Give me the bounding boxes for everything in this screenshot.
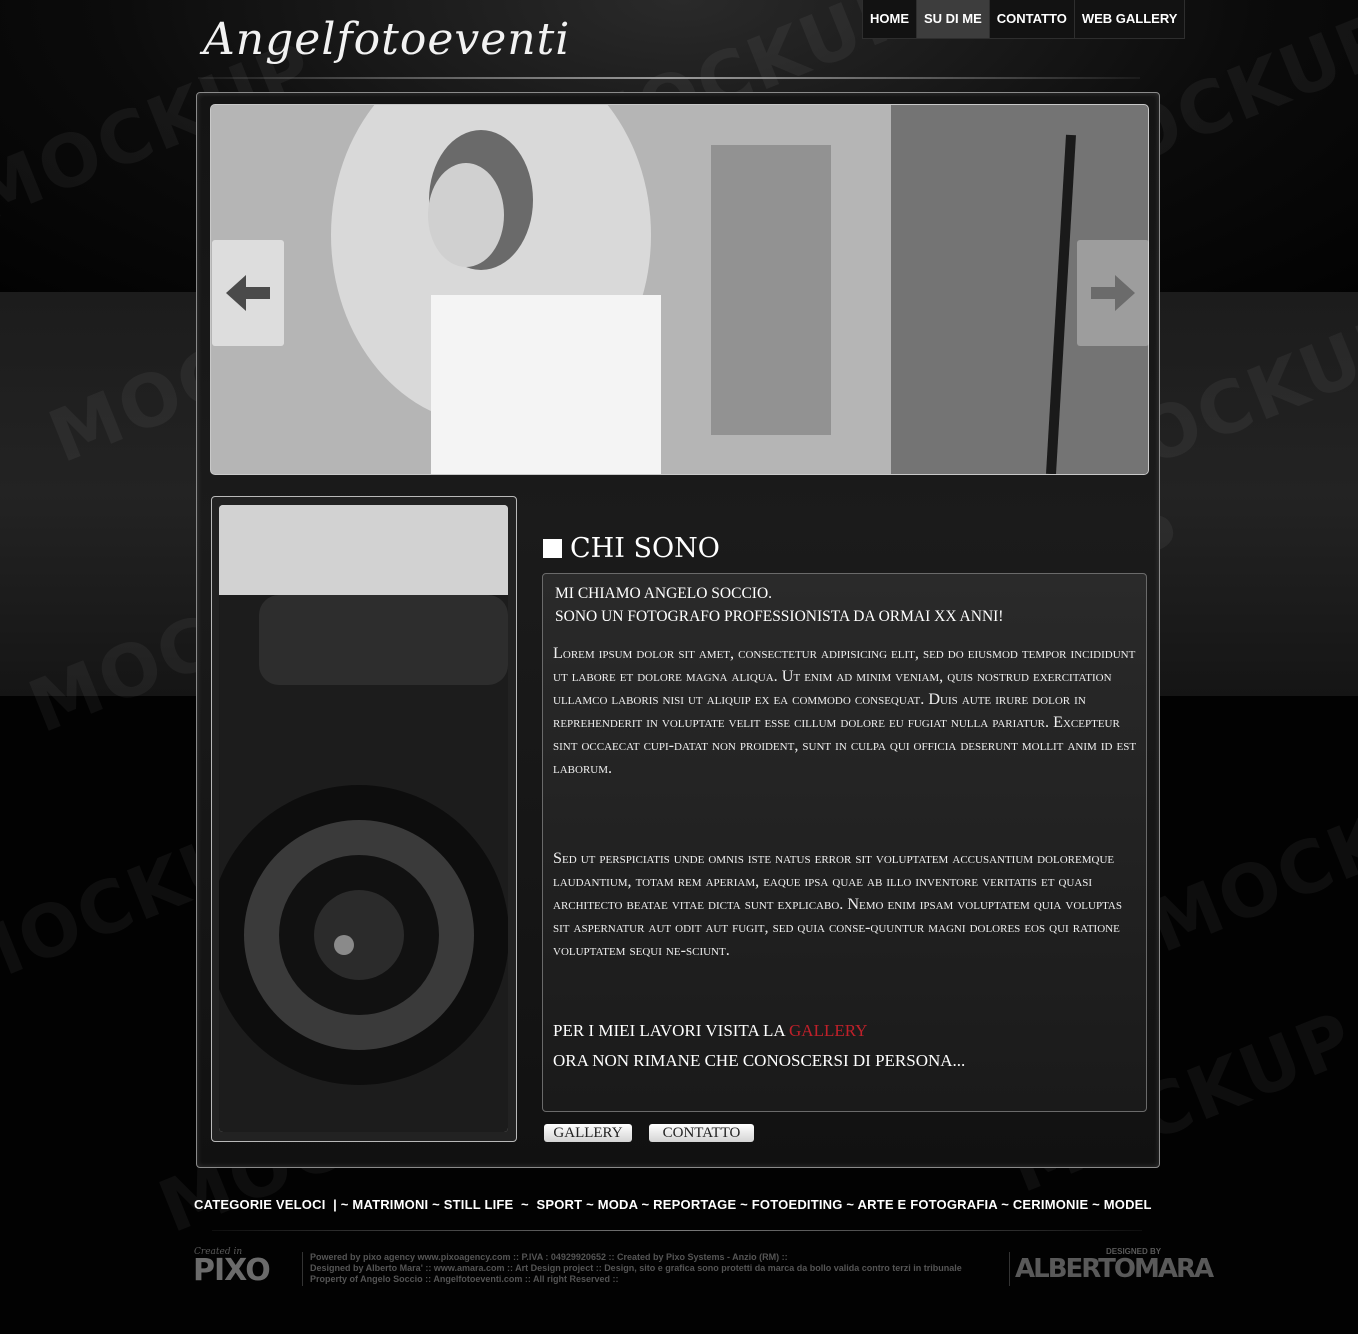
category-link-matrimoni[interactable]: MATRIMONI [352, 1197, 428, 1212]
category-link-model[interactable]: MODEL [1104, 1197, 1152, 1212]
category-link-arte-e-fotografia[interactable]: ARTE E FOTOGRAFIA [858, 1197, 998, 1212]
gallery-line: Per i miei lavori visita la gallery [553, 1021, 1137, 1041]
intro-line-1: Mi chiamo Angelo Soccio. [555, 585, 773, 602]
category-link-sport[interactable]: SPORT [536, 1197, 582, 1212]
nav-item-home[interactable]: HOME [863, 0, 917, 38]
slider-prev-button[interactable] [212, 240, 284, 346]
footer-line-3: Property of Angelo Soccio :: Angelfotoev… [310, 1274, 619, 1284]
section-title: CHI SONO [543, 530, 720, 566]
footer-divider [212, 1230, 1142, 1231]
category-link-reportage[interactable]: REPORTAGE [653, 1197, 736, 1212]
intro-line-2: Sono un fotografo professionista da orma… [555, 608, 1004, 625]
intro-text: Mi chiamo Angelo Soccio. Sono un fotogra… [555, 582, 1135, 628]
categories-label: CATEGORIE VELOCI [194, 1197, 326, 1212]
footer-line-2: Designed by Alberto Mara' :: www.amara.c… [310, 1263, 962, 1273]
section-title-text: CHI SONO [570, 532, 720, 564]
contatto-button[interactable]: CONTATTO [649, 1124, 754, 1142]
category-link-cerimonie[interactable]: CERIMONIE [1013, 1197, 1088, 1212]
slider-photo [211, 105, 1148, 474]
nav-item-su-di-me[interactable]: SU DI ME [917, 0, 990, 38]
gallery-link[interactable]: gallery [789, 1021, 867, 1040]
paragraph-1: Lorem ipsum dolor sit amet, consectetur … [553, 644, 1137, 777]
profile-photo-camera [219, 505, 508, 1132]
nav-item-web-gallery[interactable]: WEB GALLERY [1075, 0, 1185, 38]
site-logo-title[interactable]: Angelfotoeventi [203, 10, 623, 70]
arrow-left-icon [226, 275, 270, 311]
footer-separator [1009, 1252, 1010, 1286]
watermark: MOCKUP [1137, 754, 1358, 970]
gallery-prefix: Per i miei lavori visita la [553, 1021, 785, 1040]
footer-line-1: Powered by pixo agency www.pixoagency.co… [310, 1252, 788, 1262]
category-link-still-life[interactable]: STILL LIFE [444, 1197, 514, 1212]
arrow-right-icon [1091, 275, 1135, 311]
camera-photo [219, 505, 508, 1132]
header-divider [198, 77, 1140, 79]
hero-slider-image [210, 104, 1149, 475]
pixo-logo[interactable]: PIXO [193, 1253, 271, 1288]
slider-next-button[interactable] [1077, 240, 1149, 346]
main-nav: HOME SU DI ME CONTATTO WEB GALLERY [862, 0, 1186, 39]
albertomara-logo[interactable]: ALBERTOMARA [1015, 1254, 1214, 1284]
categories-separator: | [333, 1197, 337, 1212]
gallery-button[interactable]: GALLERY [544, 1124, 632, 1142]
footer-credits: Powered by pixo agency www.pixoagency.co… [310, 1252, 1010, 1285]
category-link-fotoediting[interactable]: FOTOEDITING [752, 1197, 843, 1212]
square-bullet-icon [543, 538, 562, 558]
nav-item-contatto[interactable]: CONTATTO [990, 0, 1075, 38]
quick-categories-bar: CATEGORIE VELOCI | ~ MATRIMONI ~ STILL L… [194, 1197, 1152, 1212]
paragraph-2: Sed ut perspiciatis unde omnis iste natu… [553, 849, 1122, 959]
footer-separator [302, 1252, 303, 1286]
category-link-moda[interactable]: MODA [598, 1197, 638, 1212]
closing-text: Ora non rimane che conoscersi di persona… [553, 1051, 966, 1070]
